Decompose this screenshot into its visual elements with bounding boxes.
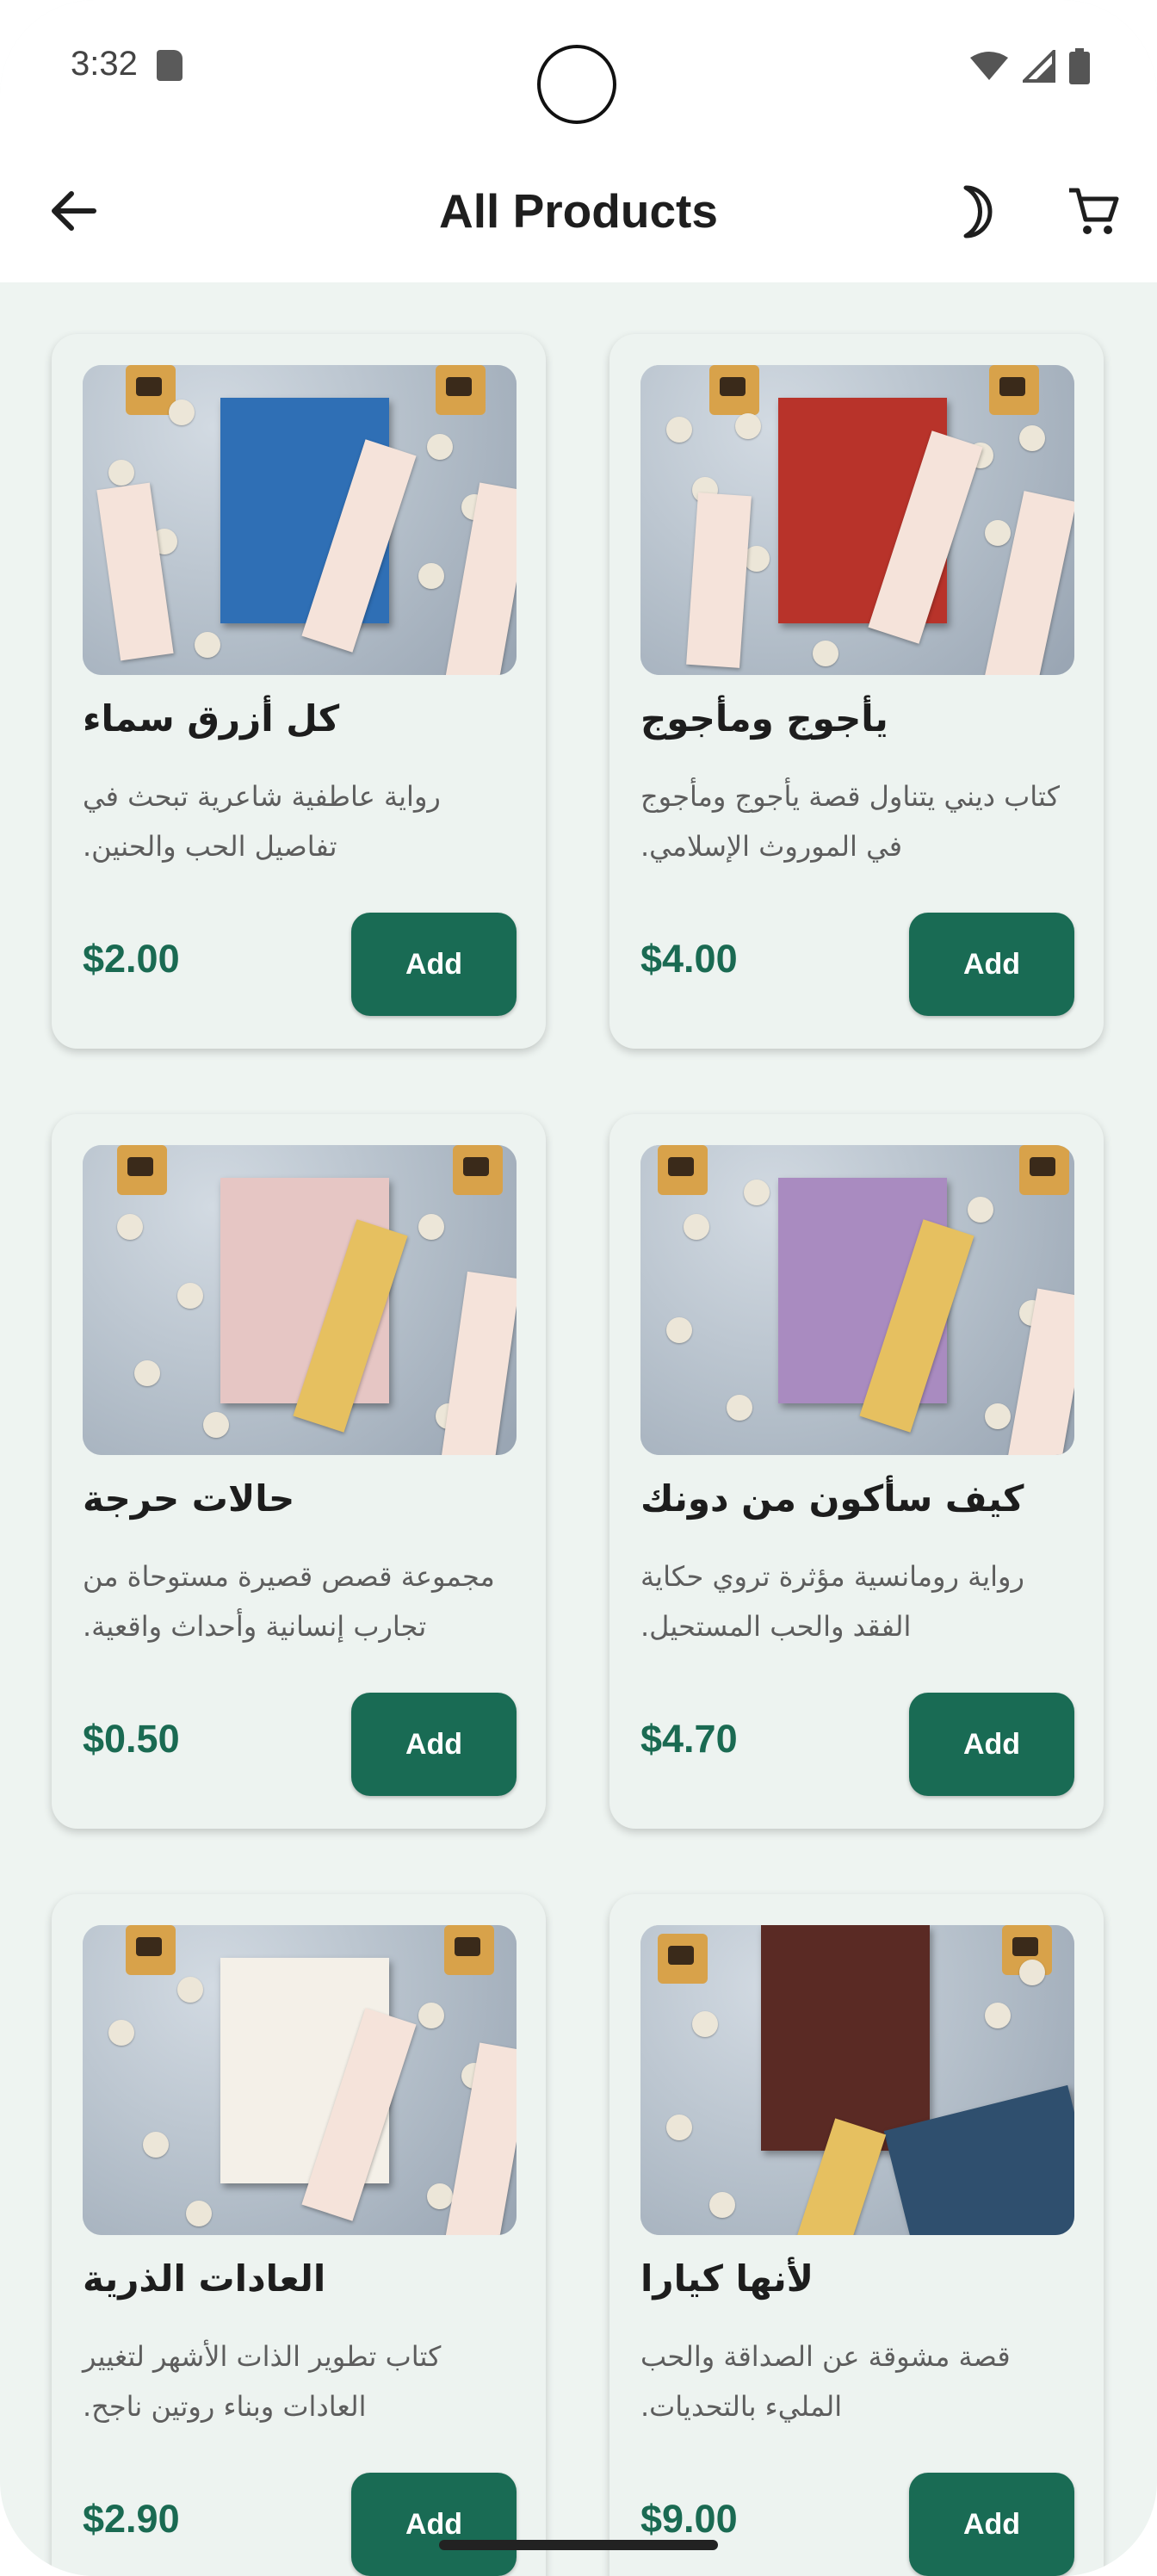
arrow-left-icon [52,191,96,231]
add-button[interactable]: Add [351,1693,517,1796]
front-camera [537,45,616,124]
product-price: $2.90 [83,2497,180,2541]
status-icons [969,48,1090,84]
product-title: حالات حرجة [83,1477,295,1520]
product-title: كل أزرق سماء [83,697,340,740]
moon-icon [963,185,993,238]
product-image [83,1145,517,1455]
product-title: لأنها كيارا [640,2257,814,2300]
phone-screen: 3:32 All Products يأجوج ومأجوج كتاب ديني… [0,0,1157,2576]
product-price: $4.70 [640,1717,738,1761]
add-button[interactable]: Add [909,1693,1074,1796]
product-description: رواية عاطفية شاعرية تبحث في تفاصيل الحب … [83,780,441,863]
product-card[interactable]: كل أزرق سماء رواية عاطفية شاعرية تبحث في… [52,334,546,1049]
product-description: قصة مشوقة عن الصداقة والحب المليء بالتحد… [640,2340,1011,2423]
product-price: $9.00 [640,2497,738,2541]
product-image [640,1145,1074,1455]
product-image [83,365,517,675]
product-description: مجموعة قصص قصيرة مستوحاة من تجارب إنساني… [83,1560,495,1643]
product-price: $2.00 [83,937,180,981]
cart-icon [1069,188,1119,234]
product-title: العادات الذرية [83,2257,326,2300]
home-indicator[interactable] [439,2540,718,2550]
battery-icon [1069,48,1090,84]
product-price: $0.50 [83,1717,180,1761]
app-bar: All Products [0,146,1157,282]
product-description: رواية رومانسية مؤثرة تروي حكاية الفقد وا… [640,1560,1024,1643]
product-card[interactable]: لأنها كيارا قصة مشوقة عن الصداقة والحب ا… [609,1894,1104,2576]
product-card[interactable]: يأجوج ومأجوج كتاب ديني يتناول قصة يأجوج … [609,334,1104,1049]
sd-card-icon [157,50,183,81]
signal-icon [1023,50,1055,83]
theme-toggle-button[interactable] [938,177,1007,246]
add-button[interactable]: Add [909,913,1074,1016]
add-button[interactable]: Add [909,2473,1074,2576]
cart-button[interactable] [1059,177,1128,246]
status-time: 3:32 [71,45,138,83]
product-card[interactable]: حالات حرجة مجموعة قصص قصيرة مستوحاة من ت… [52,1114,546,1829]
product-price: $4.00 [640,937,738,981]
product-card[interactable]: العادات الذرية كتاب تطوير الذات الأشهر ل… [52,1894,546,2576]
product-image [83,1925,517,2235]
status-bar: 3:32 [0,0,1157,146]
product-image [640,365,1074,675]
product-card[interactable]: كيف سأكون من دونك رواية رومانسية مؤثرة ت… [609,1114,1104,1829]
product-title: كيف سأكون من دونك [640,1477,1024,1520]
add-button[interactable]: Add [351,913,517,1016]
back-button[interactable] [43,181,103,241]
product-description: كتاب تطوير الذات الأشهر لتغيير العادات و… [83,2340,442,2423]
product-title: يأجوج ومأجوج [640,697,888,740]
product-description: كتاب ديني يتناول قصة يأجوج ومأجوج في الم… [640,780,1060,863]
add-button[interactable]: Add [351,2473,517,2576]
wifi-icon [970,52,1008,80]
product-image [640,1925,1074,2235]
